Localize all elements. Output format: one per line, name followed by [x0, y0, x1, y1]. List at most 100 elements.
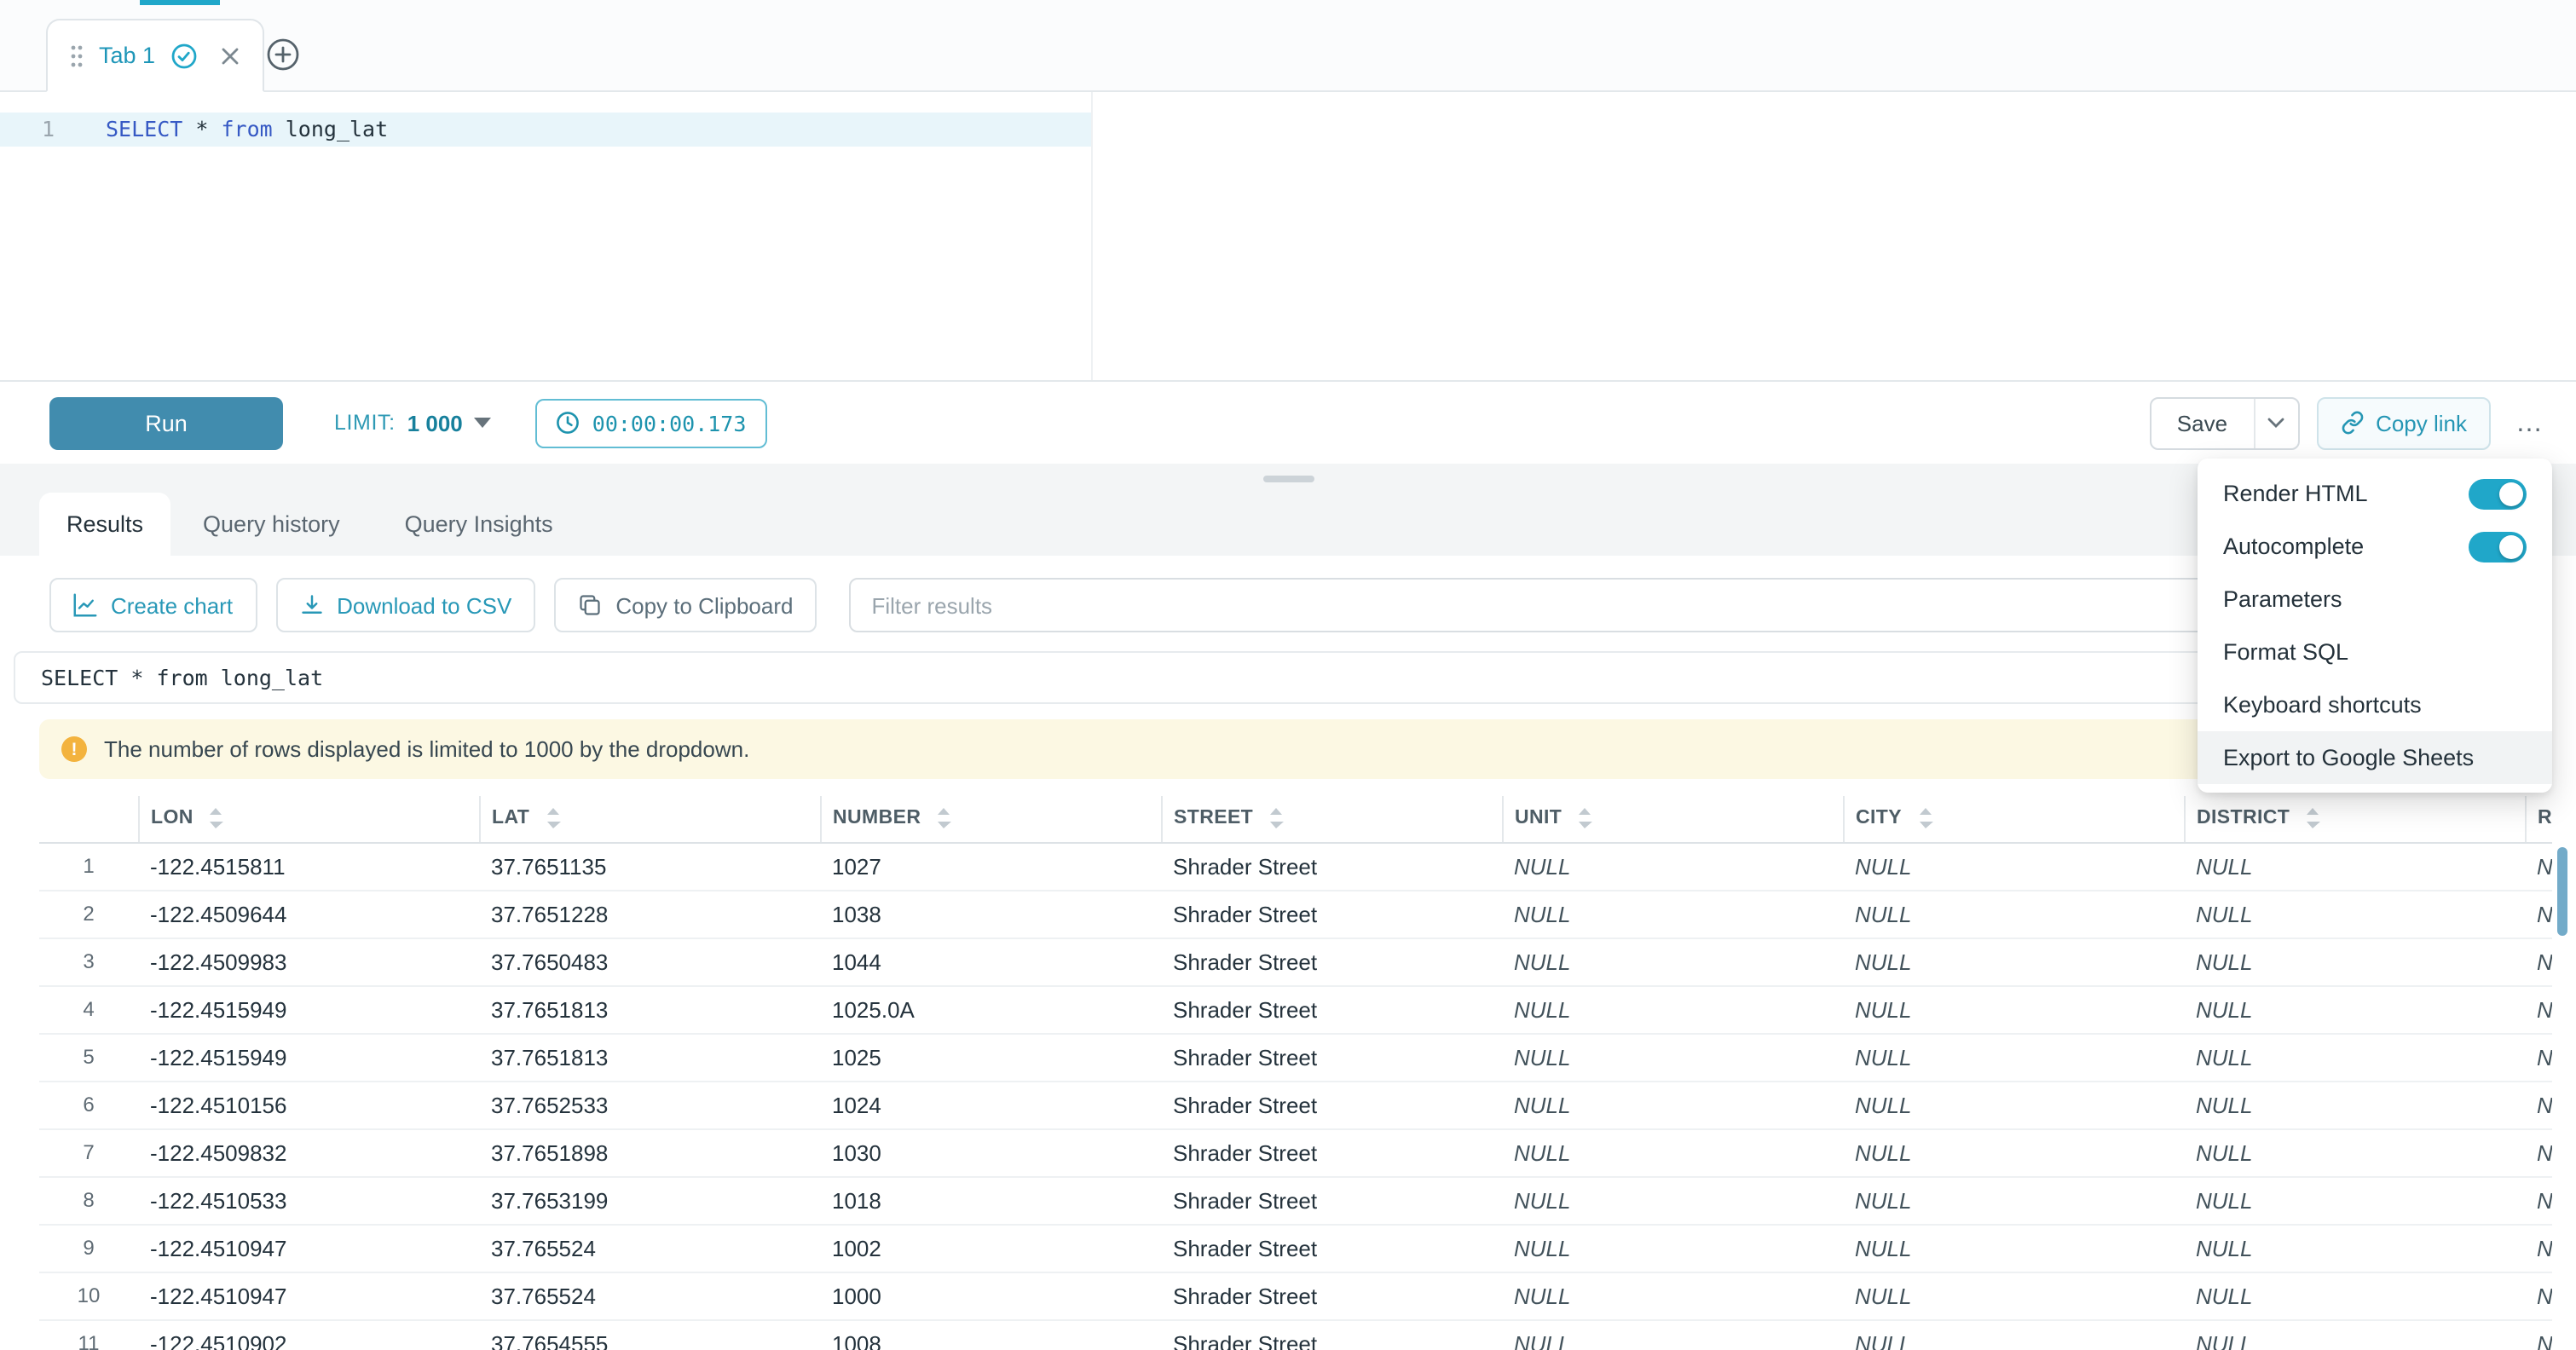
sort-icon — [1268, 809, 1284, 829]
column-header-unit[interactable]: UNIT — [1502, 796, 1843, 842]
copy-icon — [578, 593, 602, 617]
cell: NULL — [2525, 1224, 2552, 1272]
chart-icon — [73, 593, 97, 617]
row-number: 10 — [39, 1272, 138, 1319]
cell: -122.4509983 — [138, 938, 479, 985]
sort-icon — [209, 809, 224, 829]
link-icon — [2340, 411, 2364, 435]
cell: NULL — [2525, 1033, 2552, 1081]
active-tab-indicator — [140, 0, 220, 5]
sort-icon — [936, 809, 951, 829]
cell: Shrader Street — [1161, 985, 1502, 1033]
timer-value: 00:00:00.173 — [592, 410, 747, 436]
sql-text: * — [182, 116, 221, 141]
menu-item-format-sql[interactable]: Format SQL — [2198, 626, 2552, 678]
cell: NULL — [2184, 985, 2525, 1033]
create-chart-button[interactable]: Create chart — [49, 578, 257, 632]
more-options-button[interactable]: … — [2508, 396, 2552, 449]
cell: -122.4509832 — [138, 1128, 479, 1176]
column-header-lon[interactable]: LON — [138, 796, 479, 842]
column-label: NUMBER — [833, 809, 921, 829]
render-html-toggle[interactable] — [2469, 478, 2527, 509]
editor-tab-bar: Tab 1 — [0, 0, 2576, 92]
column-label: LON — [151, 809, 193, 829]
cell: Shrader Street — [1161, 1081, 1502, 1128]
menu-item-render-html[interactable]: Render HTML — [2198, 467, 2552, 520]
cell: NULL — [2525, 890, 2552, 938]
table-scrollbar[interactable] — [2557, 847, 2567, 936]
row-number-header — [39, 796, 138, 842]
row-limit-warning: ! The number of rows displayed is limite… — [39, 719, 2552, 779]
cell: NULL — [2184, 1176, 2525, 1224]
cell: -122.4510947 — [138, 1224, 479, 1272]
menu-item-export-to-google-sheets[interactable]: Export to Google Sheets — [2198, 731, 2552, 784]
cell: NULL — [1502, 985, 1843, 1033]
result-tab-bar: Results Query history Query Insights — [0, 493, 2576, 556]
query-timer: 00:00:00.173 — [536, 398, 767, 447]
table-row: 3-122.450998337.76504831044Shrader Stree… — [39, 938, 2552, 985]
tab-query-insights[interactable]: Query Insights — [373, 493, 586, 556]
column-label: RE — [2538, 809, 2552, 829]
table-row: 10-122.451094737.7655241000Shrader Stree… — [39, 1272, 2552, 1319]
table-row: 5-122.451594937.76518131025Shrader Stree… — [39, 1033, 2552, 1081]
tab-results[interactable]: Results — [39, 493, 170, 556]
plus-circle-icon — [264, 36, 302, 73]
tab-query-history[interactable]: Query history — [170, 493, 373, 556]
executed-query-preview: SELECT * from long_lat — [14, 651, 2552, 704]
results-pane: Create chart Download to CSV Copy to Cli… — [0, 556, 2576, 1350]
menu-item-autocomplete[interactable]: Autocomplete — [2198, 520, 2552, 573]
column-header-street[interactable]: STREET — [1161, 796, 1502, 842]
limit-dropdown[interactable]: LIMIT: 1 000 — [334, 410, 492, 436]
menu-item-label: Format SQL — [2223, 639, 2348, 665]
column-header-lat[interactable]: LAT — [479, 796, 820, 842]
tab-title: Tab 1 — [99, 43, 155, 68]
column-header-re[interactable]: RE — [2525, 796, 2552, 842]
cell: -122.4515949 — [138, 985, 479, 1033]
cell: -122.4510947 — [138, 1272, 479, 1319]
copy-link-button[interactable]: Copy link — [2316, 396, 2491, 449]
column-header-number[interactable]: NUMBER — [820, 796, 1161, 842]
close-tab-icon[interactable] — [220, 45, 240, 66]
download-csv-button[interactable]: Download to CSV — [275, 578, 535, 632]
cell: NULL — [2525, 1128, 2552, 1176]
save-options-button[interactable] — [2253, 398, 2297, 447]
cell: 37.7652533 — [479, 1081, 820, 1128]
sql-editor[interactable]: 1 SELECT * from long_lat — [0, 92, 2576, 382]
menu-item-parameters[interactable]: Parameters — [2198, 573, 2552, 626]
cell: 1024 — [820, 1081, 1161, 1128]
splitter-handle[interactable] — [1262, 476, 1314, 482]
cell: NULL — [2184, 1081, 2525, 1128]
menu-item-label: Render HTML — [2223, 481, 2368, 506]
table-body: 1-122.451581137.76511351027Shrader Stree… — [39, 842, 2552, 1350]
cell: NULL — [1502, 842, 1843, 890]
column-header-city[interactable]: CITY — [1843, 796, 2184, 842]
cell: -122.4510902 — [138, 1319, 479, 1350]
copy-clipboard-button[interactable]: Copy to Clipboard — [554, 578, 817, 632]
editor-divider — [1091, 92, 1093, 380]
results-actions-row: Create chart Download to CSV Copy to Cli… — [0, 556, 2576, 651]
cell: NULL — [1502, 1272, 1843, 1319]
cell: NULL — [1502, 1176, 1843, 1224]
table-row: 11-122.451090237.76545551008Shrader Stre… — [39, 1319, 2552, 1350]
column-label: UNIT — [1515, 809, 1562, 829]
warning-text: The number of rows displayed is limited … — [104, 736, 749, 762]
row-number: 1 — [39, 842, 138, 890]
table-header-row: LON LAT NUMBER STREET UNIT CITYDISTRICT RE — [39, 796, 2552, 842]
pane-splitter[interactable] — [0, 464, 2576, 493]
add-tab-button[interactable] — [264, 36, 302, 73]
limit-label: LIMIT: — [334, 411, 396, 435]
menu-item-keyboard-shortcuts[interactable]: Keyboard shortcuts — [2198, 678, 2552, 731]
autocomplete-toggle[interactable] — [2469, 531, 2527, 562]
results-table-container: LONLATNUMBERSTREETUNITCITYDISTRICTRE 1-1… — [39, 796, 2552, 1350]
run-button[interactable]: Run — [49, 396, 283, 449]
toggle-knob — [2499, 534, 2523, 558]
cell: NULL — [2184, 1128, 2525, 1176]
sql-keyword: from — [221, 116, 272, 141]
cell: -122.4515949 — [138, 1033, 479, 1081]
column-header-district[interactable]: DISTRICT — [2184, 796, 2525, 842]
editor-tab[interactable]: Tab 1 — [46, 19, 264, 92]
cell: Shrader Street — [1161, 1224, 1502, 1272]
download-csv-label: Download to CSV — [337, 592, 511, 618]
cell: NULL — [1843, 1081, 2184, 1128]
save-button[interactable]: Save — [2151, 398, 2253, 447]
